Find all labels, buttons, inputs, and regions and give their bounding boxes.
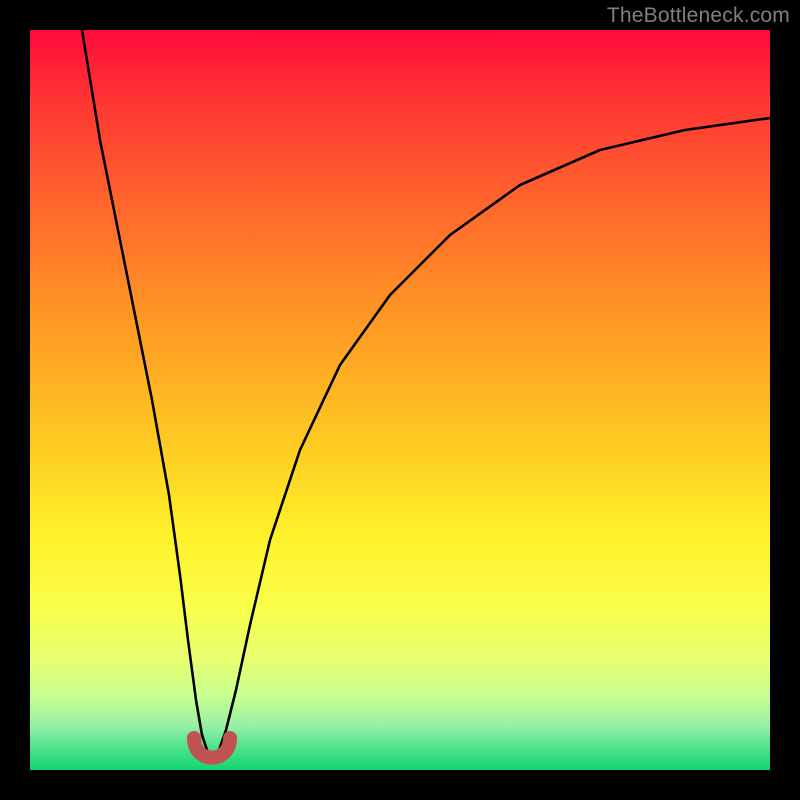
bottleneck-curve [82, 30, 770, 756]
watermark-text: TheBottleneck.com [607, 4, 790, 28]
chart-svg [30, 30, 770, 770]
dip-marker [194, 738, 230, 758]
chart-frame: TheBottleneck.com [0, 0, 800, 800]
plot-area [30, 30, 770, 770]
